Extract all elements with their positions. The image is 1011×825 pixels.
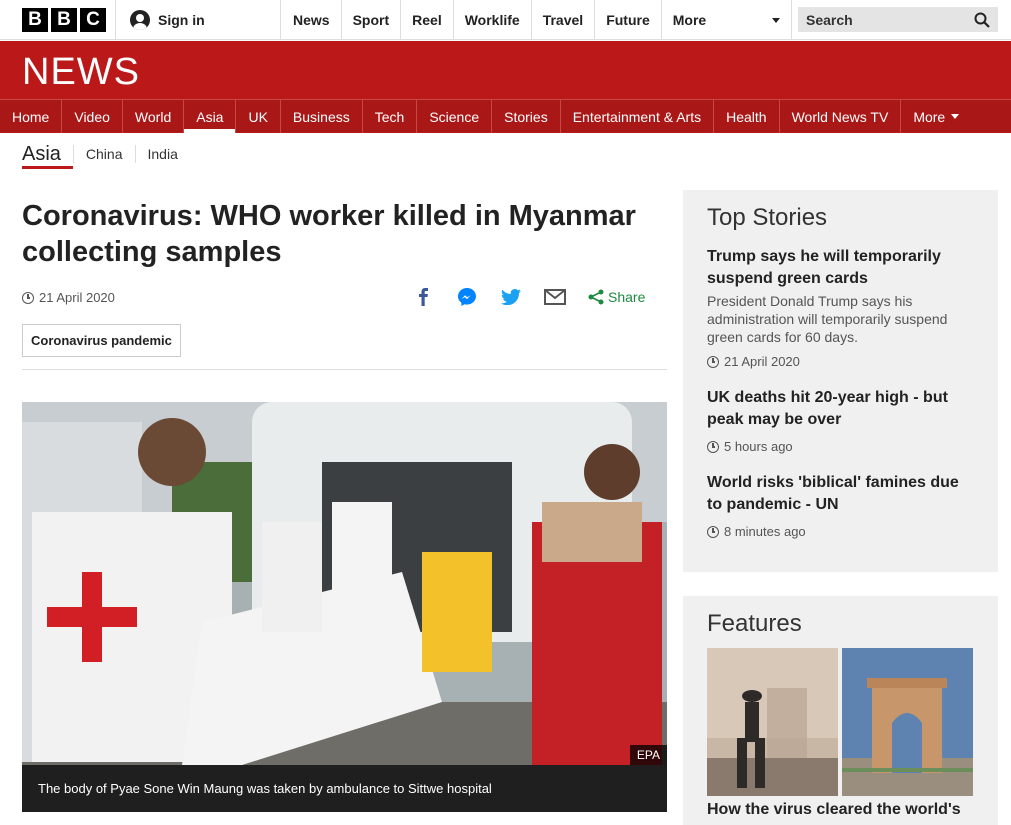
story-title[interactable]: World risks 'biblical' famines due to pa… [707,472,974,516]
nav-home[interactable]: Home [0,100,63,133]
sign-in-link[interactable]: Sign in [115,0,281,40]
nav-more[interactable]: More [901,100,971,133]
topic-tag[interactable]: Coronavirus pandemic [22,324,181,357]
top-bar: B B C Sign in News Sport Reel Worklife T… [0,0,1011,40]
secondary-nav-india[interactable]: India [134,145,190,163]
user-icon [130,10,150,30]
nav-science[interactable]: Science [417,100,493,133]
news-brand-title[interactable]: NEWS [22,51,140,94]
top-nav-news[interactable]: News [282,0,342,40]
story-item[interactable]: World risks 'biblical' famines due to pa… [707,472,974,539]
top-nav-travel[interactable]: Travel [532,0,596,40]
clock-icon [707,440,719,453]
nav-business[interactable]: Business [281,100,363,133]
top-nav-more-label: More [672,12,707,28]
top-nav-sport[interactable]: Sport [342,0,402,40]
twitter-share-button[interactable] [500,286,522,308]
secondary-nav: Asia China India [22,139,190,169]
email-icon [544,289,566,305]
share-button[interactable]: Share [588,289,645,305]
top-nav: News Sport Reel Worklife Travel Future M… [282,0,792,40]
nav-stories[interactable]: Stories [492,100,561,133]
story-summary: President Donald Trump says his administ… [707,293,948,345]
clock-icon [22,291,34,304]
article-date-text: 21 April 2020 [39,290,115,305]
share-tools: Share [412,286,645,308]
top-nav-reel[interactable]: Reel [401,0,454,40]
twitter-icon [501,289,521,305]
nav-world-news-tv[interactable]: World News TV [780,100,902,133]
india-gate-photo [842,648,973,796]
story-title[interactable]: UK deaths hit 20-year high - but peak ma… [707,387,974,431]
story-time: 8 minutes ago [707,524,974,539]
top-stories-panel: Top Stories Trump says he will temporari… [683,190,998,572]
news-section-nav: Home Video World Asia UK Business Tech S… [0,99,1011,133]
story-time-text: 21 April 2020 [724,354,800,369]
nav-world[interactable]: World [123,100,185,133]
search-box[interactable]: Search [798,7,998,32]
feature-image-india-gate[interactable] [842,648,973,796]
logo-block-c: C [80,8,106,32]
feature-title[interactable]: How the virus cleared the world's [707,801,974,819]
divider [22,369,667,370]
story-title[interactable]: Trump says he will temporarily suspend g… [707,246,974,290]
feature-image-smog[interactable] [707,648,838,796]
bbc-logo[interactable]: B B C [22,8,106,32]
clock-icon [707,525,719,538]
story-time-text: 5 hours ago [724,439,793,454]
facebook-share-button[interactable] [412,286,434,308]
story-time: 5 hours ago [707,439,974,454]
smog-photo [707,648,838,796]
top-stories-title: Top Stories [707,204,828,231]
share-label: Share [608,289,646,305]
story-time: 21 April 2020 [707,354,974,369]
chevron-down-icon [771,17,780,23]
secondary-nav-current[interactable]: Asia [22,139,73,169]
search-icon[interactable] [974,12,990,28]
logo-block-b1: B [22,8,48,32]
secondary-nav-china[interactable]: China [72,145,135,163]
top-nav-future[interactable]: Future [595,0,662,40]
story-item[interactable]: UK deaths hit 20-year high - but peak ma… [707,387,974,454]
article-date: 21 April 2020 [22,290,115,305]
nav-uk[interactable]: UK [236,100,281,133]
image-caption: The body of Pyae Sone Win Maung was take… [22,765,667,812]
facebook-icon [419,288,428,306]
nav-entertainment-arts[interactable]: Entertainment & Arts [561,100,715,133]
top-nav-more[interactable]: More [662,0,792,40]
news-bar: NEWS Home Video World Asia UK Business T… [0,41,1011,133]
email-share-button[interactable] [544,286,566,308]
nav-asia[interactable]: Asia [184,100,237,133]
clock-icon [707,355,719,368]
article-headline: Coronavirus: WHO worker killed in Myanma… [22,200,636,268]
story-item[interactable]: Trump says he will temporarily suspend g… [707,246,974,369]
story-time-text: 8 minutes ago [724,524,806,539]
sign-in-label: Sign in [158,12,205,28]
logo-block-b2: B [51,8,77,32]
share-icon [588,289,604,305]
nav-more-label: More [913,108,946,125]
features-panel: Features How the virus cleared the world… [683,596,998,825]
features-title: Features [707,610,802,637]
top-nav-worklife[interactable]: Worklife [454,0,532,40]
search-placeholder: Search [806,11,853,28]
messenger-share-button[interactable] [456,286,478,308]
nav-health[interactable]: Health [714,100,780,133]
nav-video[interactable]: Video [62,100,123,133]
ambulance-scene-image [22,402,667,765]
article-photo: EPA [22,402,667,765]
messenger-icon [458,288,476,306]
image-credit: EPA [629,745,667,765]
chevron-down-icon [951,114,960,119]
feature-images [707,648,974,796]
nav-tech[interactable]: Tech [363,100,418,133]
